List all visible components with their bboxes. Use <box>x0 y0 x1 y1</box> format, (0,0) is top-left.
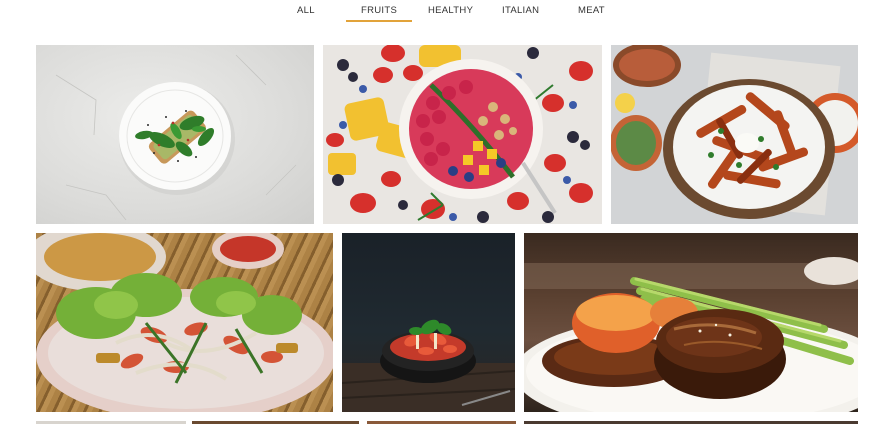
filter-tab-healthy[interactable]: HEALTHY <box>428 5 473 16</box>
gallery-item-avocado-toast[interactable] <box>36 45 314 224</box>
filter-tab-fruits[interactable]: FRUITS <box>345 5 413 22</box>
smoothie-bowl-image <box>326 45 593 223</box>
filter-tab-meat[interactable]: MEAT <box>578 5 605 16</box>
sweet-potato-fries-image <box>611 45 858 219</box>
gallery-item-steak-asparagus[interactable] <box>524 233 858 412</box>
dark-bowl-salad-image <box>342 319 515 412</box>
seafood-salad-image <box>36 233 333 412</box>
avocado-toast-image <box>55 54 297 221</box>
filter-tab-italian[interactable]: ITALIAN <box>502 5 539 16</box>
filter-bar: ALL FRUITS HEALTHY ITALIAN MEAT <box>0 0 890 26</box>
gallery-item-sweet-potato-fries[interactable] <box>611 45 858 224</box>
steak-asparagus-image <box>524 257 858 412</box>
gallery-item-dark-bowl-salad[interactable] <box>342 233 515 412</box>
filter-tab-all[interactable]: ALL <box>297 5 315 16</box>
gallery-item-smoothie-bowl[interactable] <box>323 45 602 224</box>
gallery-item-seafood-salad[interactable] <box>36 233 333 412</box>
